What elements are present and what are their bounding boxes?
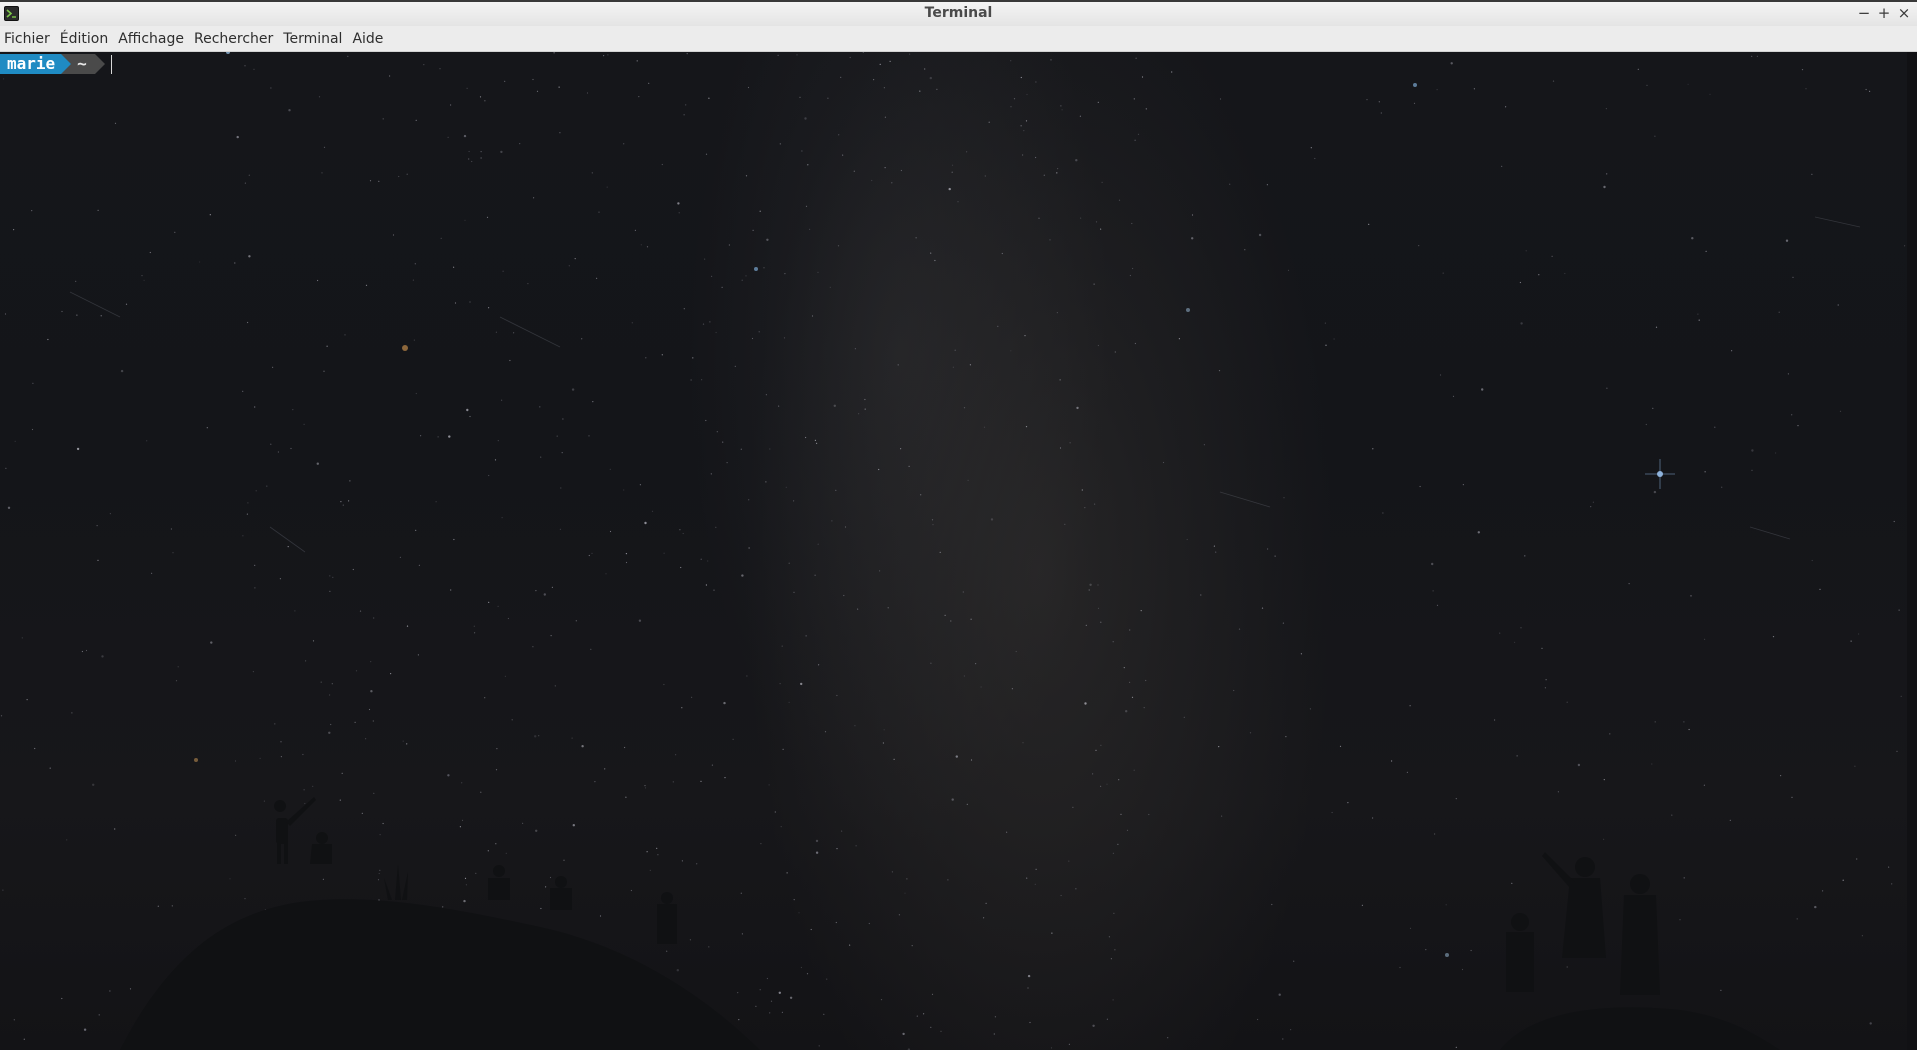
close-button[interactable]: × (1897, 4, 1911, 22)
menu-bar: Fichier Édition Affichage Rechercher Ter… (0, 26, 1917, 52)
right-people-silhouette (1500, 852, 1780, 1050)
menu-affichage[interactable]: Affichage (113, 31, 189, 47)
menu-rechercher[interactable]: Rechercher (189, 31, 278, 47)
title-bar[interactable]: Terminal − + × (0, 0, 1917, 26)
prompt-directory-segment: ~ (71, 54, 95, 74)
left-hill-silhouette (120, 797, 760, 1050)
menu-edition[interactable]: Édition (55, 31, 113, 47)
prompt-end-arrow (94, 54, 105, 74)
night-sky-background (0, 52, 1906, 1050)
window-title: Terminal (924, 5, 993, 21)
menu-fichier[interactable]: Fichier (0, 31, 55, 47)
menu-aide[interactable]: Aide (347, 31, 388, 47)
shell-prompt: marie ~ (0, 54, 112, 74)
vertical-scrollbar[interactable] (1907, 52, 1917, 1050)
terminal-area[interactable]: marie ~ (0, 52, 1917, 1050)
bright-stars (194, 52, 1675, 957)
minimize-button[interactable]: − (1857, 4, 1871, 22)
maximize-button[interactable]: + (1877, 4, 1891, 22)
meteor-streaks (69, 216, 1861, 553)
prompt-user-segment: marie (0, 54, 62, 74)
window-controls: − + × (1857, 4, 1911, 22)
menu-terminal[interactable]: Terminal (278, 31, 347, 47)
text-cursor[interactable] (110, 54, 112, 74)
prompt-separator-arrow (61, 54, 72, 74)
stars (0, 52, 1906, 1050)
terminal-window: Terminal − + × Fichier Édition Affichage… (0, 0, 1917, 1050)
